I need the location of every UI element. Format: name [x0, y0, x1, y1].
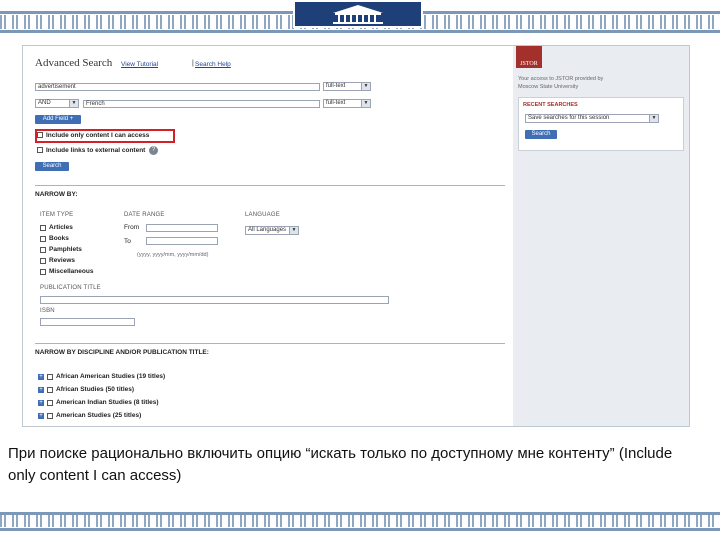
expand-plus-icon[interactable]: +: [38, 400, 44, 406]
recent-searches-select[interactable]: Save searches for this session ▼: [525, 114, 659, 123]
field-select[interactable]: full-text ▼: [323, 82, 371, 91]
date-from-input[interactable]: [146, 224, 218, 232]
jstor-advanced-search-screenshot: Advanced Search View Tutorial | Search H…: [22, 45, 690, 427]
chevron-down-icon: ▼: [649, 115, 658, 122]
discipline-label: American Studies (25 titles): [56, 412, 142, 419]
item-type-label: Articles: [49, 224, 73, 231]
jstor-logo-text: JSTOR: [520, 61, 538, 67]
isbn-label: ISBN: [40, 308, 55, 314]
search-help-link[interactable]: Search Help: [195, 61, 231, 68]
discipline-label: African Studies (50 titles): [56, 386, 135, 393]
expand-plus-icon[interactable]: +: [38, 374, 44, 380]
narrow-by-heading: NARROW BY:: [35, 191, 78, 198]
item-type-checkbox-reviews[interactable]: [40, 258, 46, 264]
include-external-label: Include links to external content: [46, 147, 146, 154]
item-type-label: Miscellaneous: [49, 268, 94, 275]
item-type-label: Books: [49, 235, 69, 242]
divider: [35, 343, 505, 344]
include-external-checkbox[interactable]: [37, 147, 43, 153]
to-label: To: [124, 238, 131, 245]
tutorial-link[interactable]: View Tutorial: [121, 61, 158, 68]
publication-title-input[interactable]: [40, 296, 389, 304]
expand-plus-icon[interactable]: +: [38, 387, 44, 393]
jstor-logo: JSTOR: [516, 46, 542, 68]
discipline-checkbox[interactable]: [47, 400, 53, 406]
item-type-checkbox-pamphlets[interactable]: [40, 247, 46, 253]
recent-search-button[interactable]: Search: [525, 130, 557, 139]
operator-select[interactable]: AND ▼: [35, 99, 79, 108]
language-title: LANGUAGE: [245, 212, 280, 218]
discipline-heading: NARROW BY DISCIPLINE AND/OR PUBLICATION …: [35, 349, 209, 356]
chevron-down-icon: ▼: [361, 100, 370, 107]
discipline-checkbox[interactable]: [47, 387, 53, 393]
search-button[interactable]: Search: [35, 162, 69, 171]
link-separator: |: [192, 60, 194, 67]
recent-searches-select-value: Save searches for this session: [528, 115, 610, 121]
discipline-checkbox[interactable]: [47, 413, 53, 419]
add-field-button[interactable]: Add Field +: [35, 115, 81, 124]
discipline-label: American Indian Studies (8 titles): [56, 399, 159, 406]
help-icon[interactable]: ?: [149, 146, 158, 155]
date-to-input[interactable]: [146, 237, 218, 245]
sidebar: JSTOR Your access to JSTOR provided by M…: [513, 46, 689, 426]
date-range-title: DATE RANGE: [124, 212, 165, 218]
chevron-down-icon: ▼: [69, 100, 78, 107]
divider: [35, 185, 505, 186]
discipline-label: African American Studies (19 titles): [56, 373, 166, 380]
operator-select-value: AND: [38, 100, 51, 106]
access-text: Your access to JSTOR provided by: [518, 76, 604, 82]
isbn-input[interactable]: [40, 318, 135, 326]
publication-title-label: PUBLICATION TITLE: [40, 285, 101, 291]
second-search-input[interactable]: French: [83, 100, 320, 108]
search-input[interactable]: advertisement: [35, 83, 320, 91]
item-type-label: Reviews: [49, 257, 76, 264]
discipline-checkbox[interactable]: [47, 374, 53, 380]
bottom-greek-key-border: [0, 515, 720, 527]
chevron-down-icon: ▼: [289, 227, 298, 234]
bottom-stripe-lower: [0, 528, 720, 531]
page-title: Advanced Search: [35, 57, 113, 69]
item-type-checkbox-articles[interactable]: [40, 225, 46, 231]
slide-caption: При поиске рационально включить опцию “и…: [8, 445, 673, 484]
recent-searches-title: RECENT SEARCHES: [523, 102, 578, 108]
recent-searches-panel: RECENT SEARCHES Save searches for this s…: [518, 97, 684, 151]
from-label: From: [124, 224, 140, 231]
top-stripe-lower: [0, 30, 720, 33]
institution-text: Moscow State University: [518, 84, 579, 90]
language-select[interactable]: All Languages ▼: [245, 226, 299, 235]
language-select-value: All Languages: [248, 227, 287, 233]
date-format-hint: (yyyy, yyyy/mm, yyyy/mm/dd): [137, 252, 209, 258]
highlight-box: [35, 129, 175, 143]
field-select-value: full-text: [326, 83, 346, 89]
second-field-select[interactable]: full-text ▼: [323, 99, 371, 108]
item-type-label: Pamphlets: [49, 246, 82, 253]
item-type-title: ITEM TYPE: [40, 212, 74, 218]
item-type-checkbox-misc[interactable]: [40, 269, 46, 275]
second-field-select-value: full-text: [326, 100, 346, 106]
expand-plus-icon[interactable]: +: [38, 413, 44, 419]
building-emblem-icon: [293, 0, 423, 28]
chevron-down-icon: ▼: [361, 83, 370, 90]
item-type-checkbox-books[interactable]: [40, 236, 46, 242]
